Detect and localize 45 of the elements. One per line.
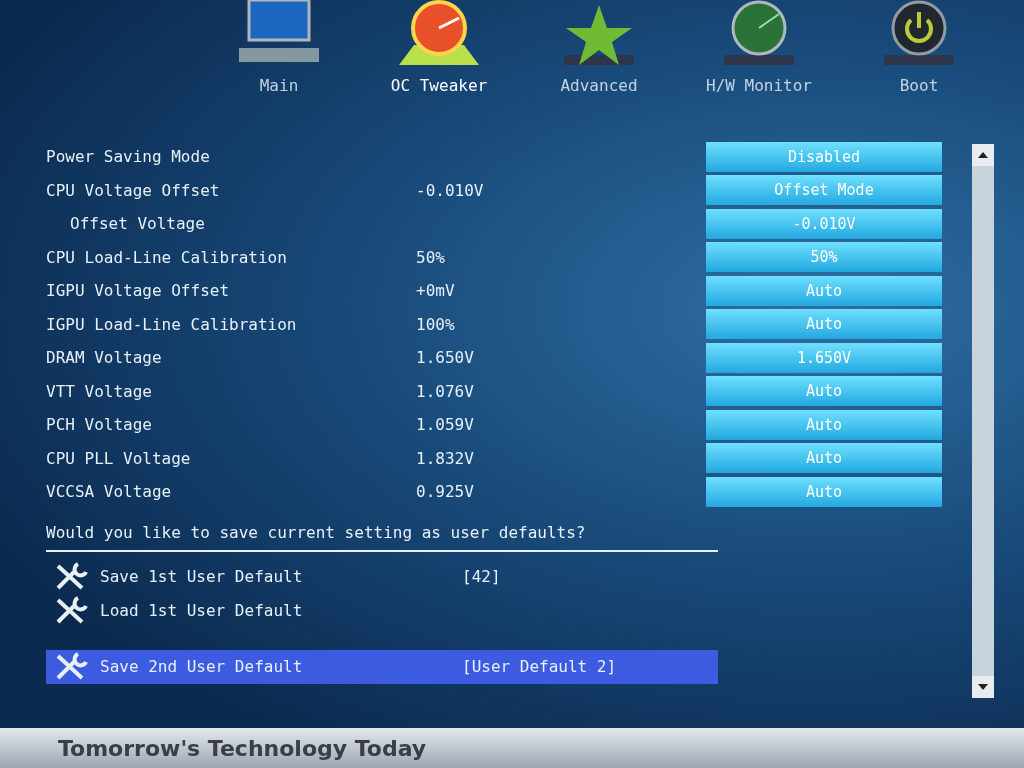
option-button[interactable]: Disabled [706, 141, 942, 172]
setting-label: IGPU Load-Line Calibration [46, 314, 298, 334]
setting-label: VCCSA Voltage [46, 482, 173, 502]
setting-value: 1.832V [416, 448, 474, 468]
option-button[interactable]: Auto [706, 376, 942, 407]
wrench-icon [54, 651, 90, 682]
setting-label: Power Saving Mode [46, 147, 211, 167]
menu-item[interactable]: Save 1st User Default [42] [46, 559, 718, 594]
setting-value: 1.650V [416, 348, 474, 368]
nav-tab[interactable]: Advanced [534, 0, 664, 95]
wrench-icon [54, 595, 90, 626]
option-button[interactable]: Auto [706, 409, 942, 440]
wrench-icon [54, 561, 90, 592]
option-button[interactable]: 50% [706, 242, 942, 273]
setting-value: +0mV [416, 281, 455, 301]
option-button[interactable]: -0.010V [706, 208, 942, 239]
option-button[interactable]: Auto [706, 275, 942, 306]
setting-value: -0.010V [416, 180, 484, 200]
setting-label: Offset Voltage [69, 214, 206, 234]
setting-value: 0.925V [416, 482, 474, 502]
setting-value: 50% [416, 247, 445, 267]
question-text: Would you like to save current setting as user defaults? [46, 522, 718, 552]
nav-tab[interactable]: OC Tweaker [374, 0, 504, 95]
setting-value: 1.076V [416, 381, 474, 401]
setting-label: CPU PLL Voltage [46, 448, 192, 468]
nav-tab[interactable]: Boot [854, 0, 984, 95]
menu-item[interactable]: Save 2nd User Default [User Default 2] [46, 649, 718, 684]
scrollbar[interactable] [972, 144, 994, 698]
option-button[interactable]: Offset Mode [706, 175, 942, 206]
setting-label: CPU Voltage Offset [46, 180, 221, 200]
setting-label: CPU Load-Line Calibration [46, 247, 288, 267]
slogan-text: Tomorrow's Technology Today [58, 735, 427, 761]
setting-value: 1.059V [416, 415, 474, 435]
setting-label: DRAM Voltage [46, 348, 163, 368]
setting-label: PCH Voltage [46, 415, 153, 435]
option-button[interactable]: Auto [706, 476, 942, 507]
nav-tab[interactable]: H/W Monitor [694, 0, 824, 95]
option-button[interactable]: Auto [706, 443, 942, 474]
menu-item[interactable]: Load 1st User Default [46, 593, 718, 628]
setting-value: 100% [416, 314, 455, 334]
option-button[interactable]: Auto [706, 309, 942, 340]
nav-tab[interactable]: Main [214, 0, 344, 95]
option-button[interactable]: 1.650V [706, 342, 942, 373]
setting-label: VTT Voltage [46, 381, 153, 401]
setting-label: IGPU Voltage Offset [46, 281, 231, 301]
